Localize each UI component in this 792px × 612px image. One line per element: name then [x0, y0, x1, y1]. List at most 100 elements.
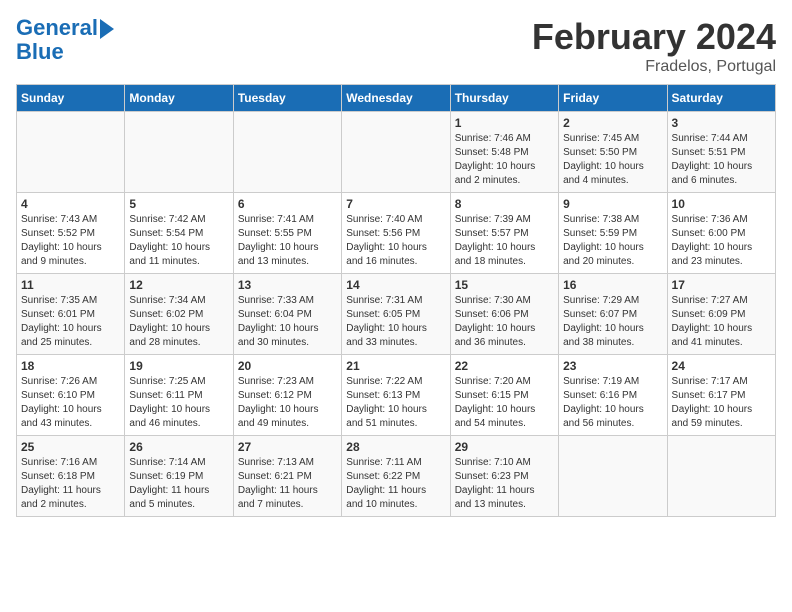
- day-number: 20: [238, 359, 337, 373]
- day-info: Sunrise: 7:38 AM Sunset: 5:59 PM Dayligh…: [563, 213, 662, 269]
- calendar-cell: 29Sunrise: 7:10 AM Sunset: 6:23 PM Dayli…: [450, 436, 558, 517]
- calendar-cell: 27 Sunrise: 7:13 AM Sunset: 6:21 PM Dayli…: [233, 436, 341, 517]
- day-info: Sunrise: 7:34 AM Sunset: 6:02 PM Dayligh…: [129, 294, 228, 350]
- calendar-cell: 25 Sunrise: 7:16 AM Sunset: 6:18 PM Dayli…: [17, 436, 125, 517]
- calendar-cell: 1 Sunrise: 7:46 AM Sunset: 5:48 PM Daylig…: [450, 112, 558, 193]
- day-info: Sunrise: 7:11 AM Sunset: 6:22 PM Dayligh…: [346, 456, 445, 512]
- day-number: 10: [672, 197, 771, 211]
- calendar-cell: 28Sunrise: 7:11 AM Sunset: 6:22 PM Dayli…: [342, 436, 450, 517]
- day-info: Sunrise: 7:23 AM Sunset: 6:12 PM Dayligh…: [238, 375, 337, 431]
- calendar-cell: 10 Sunrise: 7:36 AM Sunset: 6:00 PM Dayli…: [667, 193, 775, 274]
- day-number: 27: [238, 440, 337, 454]
- day-info: Sunrise: 7:10 AM Sunset: 6:23 PM Dayligh…: [455, 456, 554, 512]
- logo: General Blue: [16, 16, 114, 64]
- day-info: Sunrise: 7:46 AM Sunset: 5:48 PM Dayligh…: [455, 132, 554, 188]
- calendar-week-row: 1 Sunrise: 7:46 AM Sunset: 5:48 PM Daylig…: [17, 112, 776, 193]
- calendar-week-row: 25 Sunrise: 7:16 AM Sunset: 6:18 PM Dayli…: [17, 436, 776, 517]
- calendar-cell: 15Sunrise: 7:30 AM Sunset: 6:06 PM Dayli…: [450, 274, 558, 355]
- logo-arrow-icon: [100, 19, 114, 39]
- day-number: 11: [21, 278, 120, 292]
- day-number: 14: [346, 278, 445, 292]
- calendar-cell: 16 Sunrise: 7:29 AM Sunset: 6:07 PM Dayli…: [559, 274, 667, 355]
- day-info: Sunrise: 7:19 AM Sunset: 6:16 PM Dayligh…: [563, 375, 662, 431]
- calendar-subtitle: Fradelos, Portugal: [532, 58, 776, 76]
- day-info: Sunrise: 7:20 AM Sunset: 6:15 PM Dayligh…: [455, 375, 554, 431]
- day-info: Sunrise: 7:13 AM Sunset: 6:21 PM Dayligh…: [238, 456, 337, 512]
- calendar-week-row: 4 Sunrise: 7:43 AM Sunset: 5:52 PM Daylig…: [17, 193, 776, 274]
- day-info: Sunrise: 7:44 AM Sunset: 5:51 PM Dayligh…: [672, 132, 771, 188]
- day-number: 25: [21, 440, 120, 454]
- day-number: 18: [21, 359, 120, 373]
- day-info: Sunrise: 7:31 AM Sunset: 6:05 PM Dayligh…: [346, 294, 445, 350]
- day-info: Sunrise: 7:26 AM Sunset: 6:10 PM Dayligh…: [21, 375, 120, 431]
- day-number: 6: [238, 197, 337, 211]
- day-number: 1: [455, 116, 554, 130]
- calendar-cell: 13 Sunrise: 7:33 AM Sunset: 6:04 PM Dayli…: [233, 274, 341, 355]
- day-info: Sunrise: 7:40 AM Sunset: 5:56 PM Dayligh…: [346, 213, 445, 269]
- calendar-cell: [233, 112, 341, 193]
- calendar-cell: 22 Sunrise: 7:20 AM Sunset: 6:15 PM Dayli…: [450, 355, 558, 436]
- day-number: 4: [21, 197, 120, 211]
- day-info: Sunrise: 7:22 AM Sunset: 6:13 PM Dayligh…: [346, 375, 445, 431]
- day-info: Sunrise: 7:17 AM Sunset: 6:17 PM Dayligh…: [672, 375, 771, 431]
- calendar-week-row: 18 Sunrise: 7:26 AM Sunset: 6:10 PM Dayli…: [17, 355, 776, 436]
- calendar-title: February 2024: [532, 16, 776, 58]
- calendar-cell: 14 Sunrise: 7:31 AM Sunset: 6:05 PM Dayli…: [342, 274, 450, 355]
- day-info: Sunrise: 7:14 AM Sunset: 6:19 PM Dayligh…: [129, 456, 228, 512]
- day-info: Sunrise: 7:29 AM Sunset: 6:07 PM Dayligh…: [563, 294, 662, 350]
- calendar-week-row: 11 Sunrise: 7:35 AM Sunset: 6:01 PM Dayli…: [17, 274, 776, 355]
- day-number: 5: [129, 197, 228, 211]
- day-number: 3: [672, 116, 771, 130]
- weekday-header-thursday: Thursday: [450, 85, 558, 112]
- day-info: Sunrise: 7:39 AM Sunset: 5:57 PM Dayligh…: [455, 213, 554, 269]
- weekday-header-monday: Monday: [125, 85, 233, 112]
- calendar-cell: 23Sunrise: 7:19 AM Sunset: 6:16 PM Dayli…: [559, 355, 667, 436]
- calendar-cell: 21 Sunrise: 7:22 AM Sunset: 6:13 PM Dayli…: [342, 355, 450, 436]
- day-number: 19: [129, 359, 228, 373]
- calendar-table: SundayMondayTuesdayWednesdayThursdayFrid…: [16, 84, 776, 517]
- calendar-cell: 2Sunrise: 7:45 AM Sunset: 5:50 PM Daylig…: [559, 112, 667, 193]
- day-info: Sunrise: 7:35 AM Sunset: 6:01 PM Dayligh…: [21, 294, 120, 350]
- weekday-header-friday: Friday: [559, 85, 667, 112]
- day-number: 21: [346, 359, 445, 373]
- day-number: 26: [129, 440, 228, 454]
- day-number: 17: [672, 278, 771, 292]
- day-number: 12: [129, 278, 228, 292]
- calendar-cell: 19 Sunrise: 7:25 AM Sunset: 6:11 PM Dayli…: [125, 355, 233, 436]
- day-info: Sunrise: 7:41 AM Sunset: 5:55 PM Dayligh…: [238, 213, 337, 269]
- calendar-cell: 18 Sunrise: 7:26 AM Sunset: 6:10 PM Dayli…: [17, 355, 125, 436]
- calendar-cell: 24 Sunrise: 7:17 AM Sunset: 6:17 PM Dayli…: [667, 355, 775, 436]
- calendar-cell: 12 Sunrise: 7:34 AM Sunset: 6:02 PM Dayli…: [125, 274, 233, 355]
- calendar-cell: 26 Sunrise: 7:14 AM Sunset: 6:19 PM Dayli…: [125, 436, 233, 517]
- day-number: 24: [672, 359, 771, 373]
- title-block: February 2024 Fradelos, Portugal: [532, 16, 776, 76]
- day-info: Sunrise: 7:30 AM Sunset: 6:06 PM Dayligh…: [455, 294, 554, 350]
- calendar-cell: [17, 112, 125, 193]
- day-info: Sunrise: 7:27 AM Sunset: 6:09 PM Dayligh…: [672, 294, 771, 350]
- logo-text-blue: Blue: [16, 40, 64, 64]
- calendar-cell: 7 Sunrise: 7:40 AM Sunset: 5:56 PM Daylig…: [342, 193, 450, 274]
- calendar-cell: 9 Sunrise: 7:38 AM Sunset: 5:59 PM Daylig…: [559, 193, 667, 274]
- weekday-header-saturday: Saturday: [667, 85, 775, 112]
- weekday-header-wednesday: Wednesday: [342, 85, 450, 112]
- calendar-cell: 20 Sunrise: 7:23 AM Sunset: 6:12 PM Dayli…: [233, 355, 341, 436]
- calendar-cell: [667, 436, 775, 517]
- day-info: Sunrise: 7:25 AM Sunset: 6:11 PM Dayligh…: [129, 375, 228, 431]
- weekday-header-sunday: Sunday: [17, 85, 125, 112]
- day-number: 13: [238, 278, 337, 292]
- calendar-header-row: SundayMondayTuesdayWednesdayThursdayFrid…: [17, 85, 776, 112]
- day-number: 9: [563, 197, 662, 211]
- day-number: 16: [563, 278, 662, 292]
- day-info: Sunrise: 7:16 AM Sunset: 6:18 PM Dayligh…: [21, 456, 120, 512]
- calendar-cell: [125, 112, 233, 193]
- day-info: Sunrise: 7:43 AM Sunset: 5:52 PM Dayligh…: [21, 213, 120, 269]
- calendar-cell: 4 Sunrise: 7:43 AM Sunset: 5:52 PM Daylig…: [17, 193, 125, 274]
- day-number: 2: [563, 116, 662, 130]
- day-info: Sunrise: 7:36 AM Sunset: 6:00 PM Dayligh…: [672, 213, 771, 269]
- weekday-header-tuesday: Tuesday: [233, 85, 341, 112]
- day-number: 22: [455, 359, 554, 373]
- day-info: Sunrise: 7:42 AM Sunset: 5:54 PM Dayligh…: [129, 213, 228, 269]
- calendar-cell: [559, 436, 667, 517]
- day-number: 7: [346, 197, 445, 211]
- day-info: Sunrise: 7:33 AM Sunset: 6:04 PM Dayligh…: [238, 294, 337, 350]
